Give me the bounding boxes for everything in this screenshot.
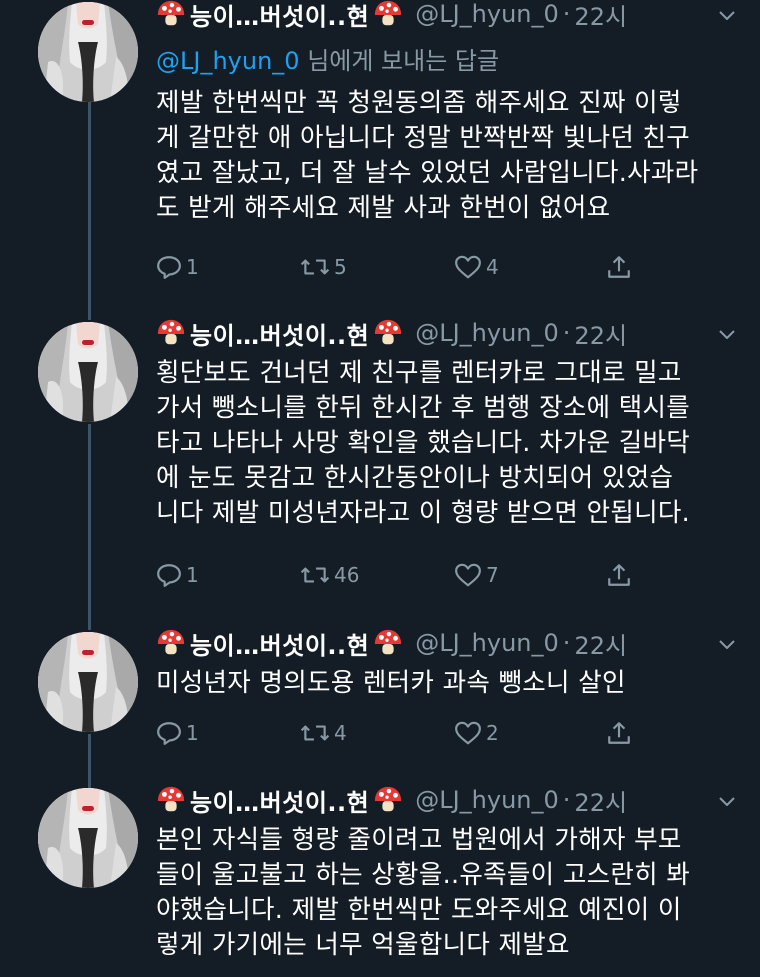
reply-button[interactable]: 1 xyxy=(156,720,199,746)
tweet-header: 능이…버섯이..현 @LJ_hyun_0 · 22시 xyxy=(156,783,627,817)
reply-icon xyxy=(156,720,182,746)
reply-mention-link[interactable]: @LJ_hyun_0 xyxy=(156,47,300,75)
display-name[interactable]: 능이…버섯이..현 xyxy=(190,783,369,818)
mushroom-icon xyxy=(156,785,186,815)
chevron-down-icon[interactable] xyxy=(716,790,738,812)
timestamp[interactable]: 22시 xyxy=(574,316,627,351)
tweet-text: 미성년자 명의도용 렌터카 과속 뺑소니 살인 xyxy=(156,668,626,698)
share-button[interactable] xyxy=(606,254,636,280)
separator-dot: · xyxy=(562,629,571,657)
mushroom-icon xyxy=(373,628,403,658)
tweet[interactable]: 능이…버섯이..현 @LJ_hyun_0 · 22시 본인 자식들 형량 줄이려… xyxy=(0,780,760,977)
retweet-icon xyxy=(300,254,330,280)
mushroom-icon xyxy=(373,785,403,815)
retweet-button[interactable]: 4 xyxy=(300,720,347,746)
display-name[interactable]: 능이…버섯이..현 xyxy=(190,316,369,351)
avatar[interactable] xyxy=(38,632,138,732)
share-button[interactable] xyxy=(606,562,636,588)
share-button[interactable] xyxy=(606,720,636,746)
reply-icon xyxy=(156,254,182,280)
tweet-text: 본인 자식들 형량 줄이려고 법원에서 가해자 부모 들이 울고불고 하는 상황… xyxy=(156,825,691,960)
heart-icon xyxy=(454,254,482,280)
retweet-icon xyxy=(300,562,330,588)
user-handle[interactable]: @LJ_hyun_0 xyxy=(415,786,559,814)
tweet-actions: 1 4 2 xyxy=(156,718,636,748)
timestamp[interactable]: 22시 xyxy=(574,783,627,818)
tweet-actions: 1 5 4 xyxy=(156,252,636,282)
retweet-count: 46 xyxy=(334,563,360,587)
tweet-actions: 1 46 7 xyxy=(156,560,636,590)
like-button[interactable]: 2 xyxy=(454,720,499,746)
display-name[interactable]: 능이…버섯이..현 xyxy=(190,626,369,661)
tweet-text: 제발 한번씩만 꼭 청원동의좀 해주세요 진짜 이렇 게 갈만한 애 아닙니다 … xyxy=(156,88,699,223)
like-count: 2 xyxy=(486,721,499,745)
retweet-count: 5 xyxy=(334,255,347,279)
share-icon xyxy=(606,720,632,746)
mushroom-icon xyxy=(373,318,403,348)
separator-dot: · xyxy=(562,319,571,347)
tweet[interactable]: 능이…버섯이..현 @LJ_hyun_0 · 22시 미성년자 명의도용 렌터카… xyxy=(0,624,760,780)
replying-to: @LJ_hyun_0 님에게 보내는 답글 xyxy=(156,41,499,76)
tweet-header: 능이…버섯이..현 @LJ_hyun_0 · 22시 xyxy=(156,316,627,350)
avatar[interactable] xyxy=(38,2,138,102)
retweet-button[interactable]: 46 xyxy=(300,562,359,588)
retweet-icon xyxy=(300,720,330,746)
tweet[interactable]: 능이…버섯이..현 @LJ_hyun_0 · 22시 횡단보도 건너던 제 친구… xyxy=(0,310,760,624)
like-count: 4 xyxy=(486,255,499,279)
heart-icon xyxy=(454,562,482,588)
reply-count: 1 xyxy=(186,721,199,745)
mushroom-icon xyxy=(156,628,186,658)
avatar[interactable] xyxy=(38,322,138,422)
reply-to-label: 님에게 보내는 답글 xyxy=(299,47,500,75)
chevron-down-icon[interactable] xyxy=(716,633,738,655)
reply-count: 1 xyxy=(186,563,199,587)
chevron-down-icon[interactable] xyxy=(716,4,738,26)
user-handle[interactable]: @LJ_hyun_0 xyxy=(415,0,559,28)
retweet-count: 4 xyxy=(334,721,347,745)
avatar[interactable] xyxy=(38,788,138,888)
reply-button[interactable]: 1 xyxy=(156,254,199,280)
separator-dot: · xyxy=(562,0,571,28)
chevron-down-icon[interactable] xyxy=(716,323,738,345)
separator-dot: · xyxy=(562,786,571,814)
timestamp[interactable]: 22시 xyxy=(574,626,627,661)
share-icon xyxy=(606,254,632,280)
user-handle[interactable]: @LJ_hyun_0 xyxy=(415,629,559,657)
like-button[interactable]: 7 xyxy=(454,562,499,588)
tweet-header: 능이…버섯이..현 @LJ_hyun_0 · 22시 xyxy=(156,626,627,660)
tweet[interactable]: 능이…버섯이..현 @LJ_hyun_0 · 22시 @LJ_hyun_0 님에… xyxy=(0,0,760,310)
timestamp[interactable]: 22시 xyxy=(574,0,627,32)
display-name[interactable]: 능이…버섯이..현 xyxy=(190,0,369,32)
tweet-header: 능이…버섯이..현 @LJ_hyun_0 · 22시 xyxy=(156,0,627,31)
like-count: 7 xyxy=(486,563,499,587)
reply-icon xyxy=(156,562,182,588)
mushroom-icon xyxy=(156,0,186,29)
retweet-button[interactable]: 5 xyxy=(300,254,347,280)
user-handle[interactable]: @LJ_hyun_0 xyxy=(415,319,559,347)
reply-button[interactable]: 1 xyxy=(156,562,199,588)
share-icon xyxy=(606,562,632,588)
heart-icon xyxy=(454,720,482,746)
tweet-text: 횡단보도 건너던 제 친구를 렌터카로 그대로 밀고 가서 뺑소니를 한뒤 한시… xyxy=(156,358,691,528)
mushroom-icon xyxy=(156,318,186,348)
mushroom-icon xyxy=(373,0,403,29)
like-button[interactable]: 4 xyxy=(454,254,499,280)
reply-count: 1 xyxy=(186,255,199,279)
